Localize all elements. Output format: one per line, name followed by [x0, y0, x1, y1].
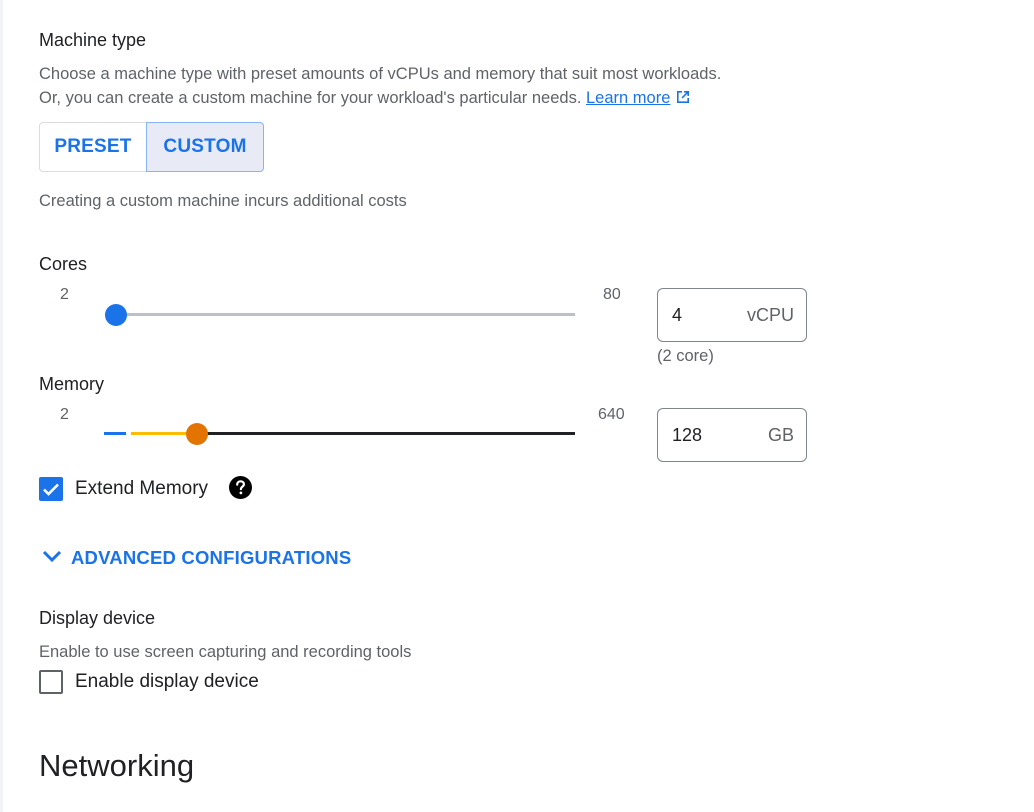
learn-more-link[interactable]: Learn more: [586, 89, 670, 107]
memory-input-value[interactable]: 128: [672, 425, 702, 446]
memory-min-label: 2: [60, 406, 69, 423]
custom-cost-note: Creating a custom machine incurs additio…: [39, 192, 407, 210]
left-border: [0, 0, 3, 812]
machine-type-desc-line1: Choose a machine type with preset amount…: [39, 65, 722, 83]
help-icon[interactable]: [229, 476, 252, 499]
memory-slider-extended-track[interactable]: [131, 432, 193, 435]
memory-input-unit: GB: [767, 425, 794, 445]
machine-type-description: Choose a machine type with preset amount…: [39, 62, 721, 110]
machine-type-desc-line2-text: Or, you can create a custom machine for …: [39, 89, 582, 107]
memory-slider-track[interactable]: [197, 432, 575, 435]
custom-button[interactable]: CUSTOM: [146, 122, 264, 172]
cores-input[interactable]: 4 vCPU: [657, 288, 807, 342]
cores-slider-thumb[interactable]: [105, 304, 127, 326]
display-device-checkbox-label[interactable]: Enable display device: [75, 671, 259, 693]
checkmark-icon: [43, 483, 59, 496]
cores-input-value[interactable]: 4: [672, 305, 682, 326]
display-device-title: Display device: [39, 608, 156, 628]
chevron-down-icon[interactable]: [41, 549, 63, 565]
cores-min-label: 2: [60, 286, 69, 303]
advanced-configurations-toggle[interactable]: ADVANCED CONFIGURATIONS: [71, 547, 351, 569]
memory-slider-thumb[interactable]: [186, 423, 208, 445]
external-link-icon[interactable]: [675, 89, 691, 105]
extend-memory-label[interactable]: Extend Memory: [75, 478, 208, 500]
cores-max-label: 80: [603, 286, 621, 303]
machine-type-desc-line2: Or, you can create a custom machine for …: [39, 86, 721, 110]
machine-type-title: Machine type: [39, 30, 147, 50]
memory-slider-base-track[interactable]: [104, 432, 126, 435]
memory-max-label: 640: [598, 406, 625, 423]
display-device-checkbox[interactable]: [39, 670, 63, 694]
preset-button[interactable]: PRESET: [39, 122, 147, 172]
memory-label: Memory: [39, 374, 105, 394]
cores-input-unit: vCPU: [746, 305, 794, 325]
extend-memory-checkbox[interactable]: [39, 477, 63, 501]
cores-sublabel: (2 core): [657, 347, 714, 365]
cores-slider-track[interactable]: [105, 313, 575, 316]
display-device-description: Enable to use screen capturing and recor…: [39, 643, 412, 661]
networking-section-title: Networking: [39, 748, 195, 783]
memory-input[interactable]: 128 GB: [657, 408, 807, 462]
cores-label: Cores: [39, 254, 88, 274]
